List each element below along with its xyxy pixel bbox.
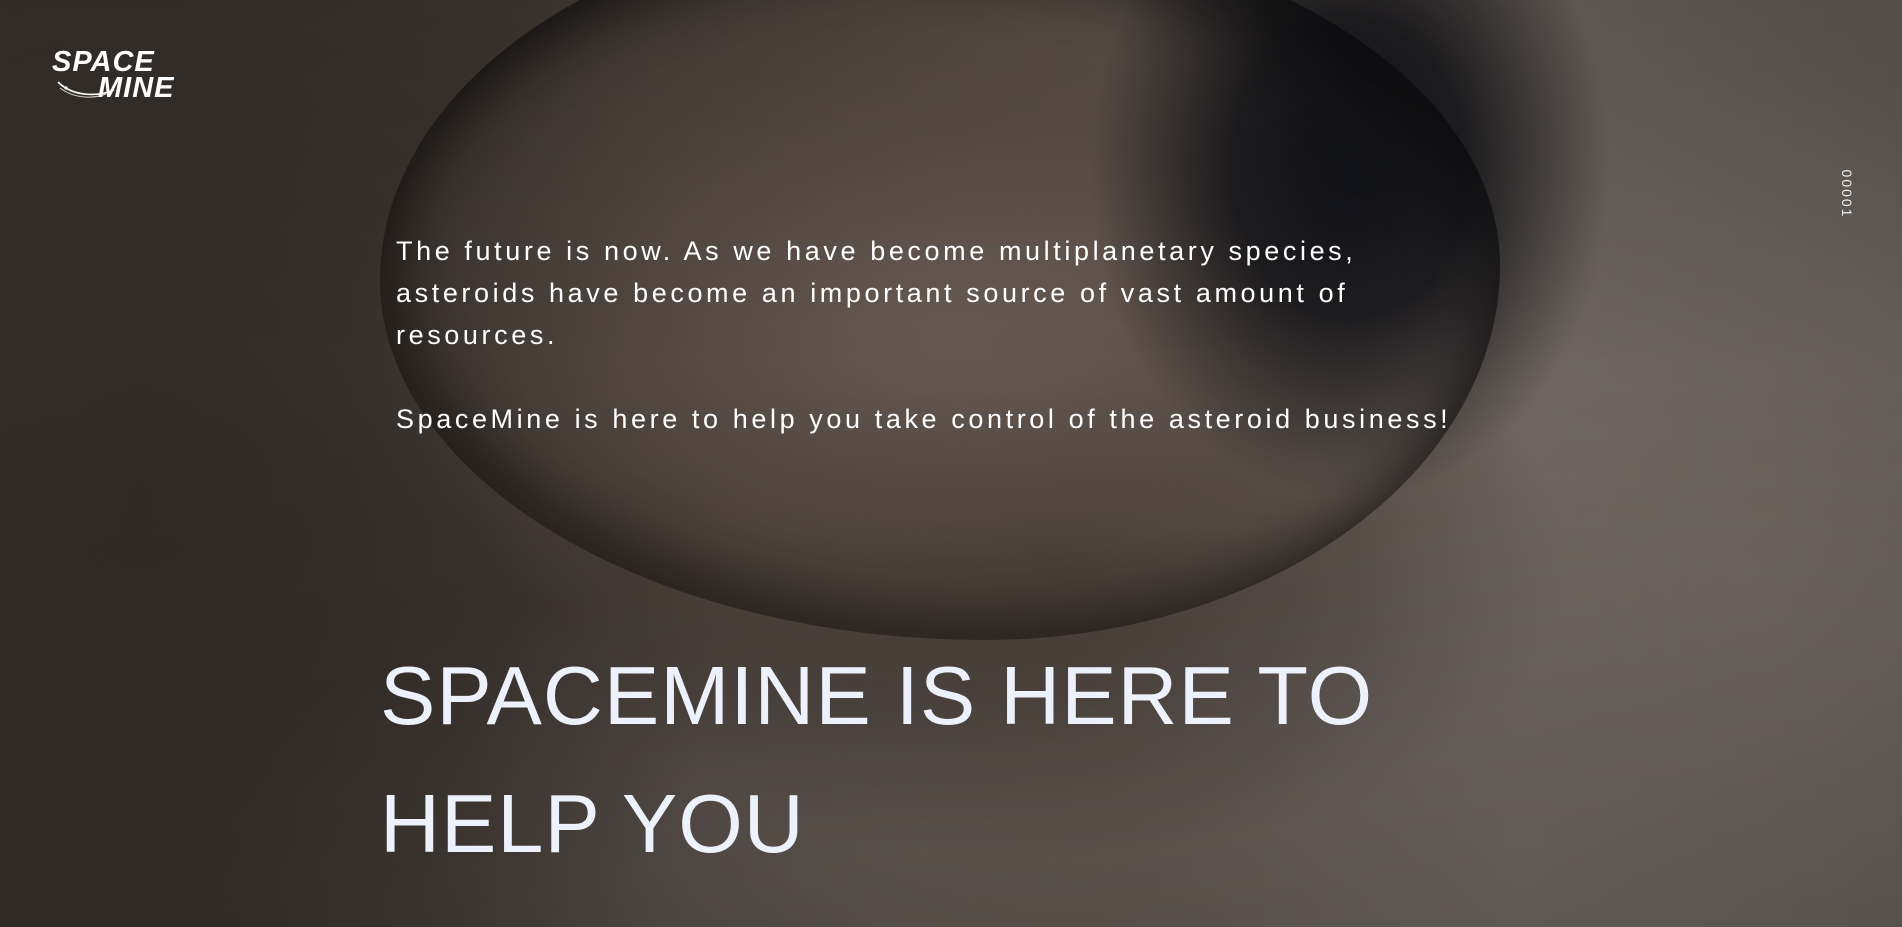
spacemine-logo[interactable]: SPACE MINE	[50, 48, 190, 104]
slide-counter-value: 00001	[1839, 169, 1855, 219]
intro-text-block: The future is now. As we have become mul…	[396, 230, 1506, 482]
landing-page: SPACE MINE 00001 The future is now. As w…	[0, 0, 1902, 927]
intro-paragraph-2: SpaceMine is here to help you take contr…	[396, 404, 1452, 434]
logo-text-bottom: MINE	[98, 72, 175, 104]
intro-paragraph-1: The future is now. As we have become mul…	[396, 236, 1357, 350]
slide-counter: 00001	[1830, 164, 1864, 224]
hero-headline: SPACEMINE IS HERE TO HELP YOU	[380, 649, 1374, 870]
